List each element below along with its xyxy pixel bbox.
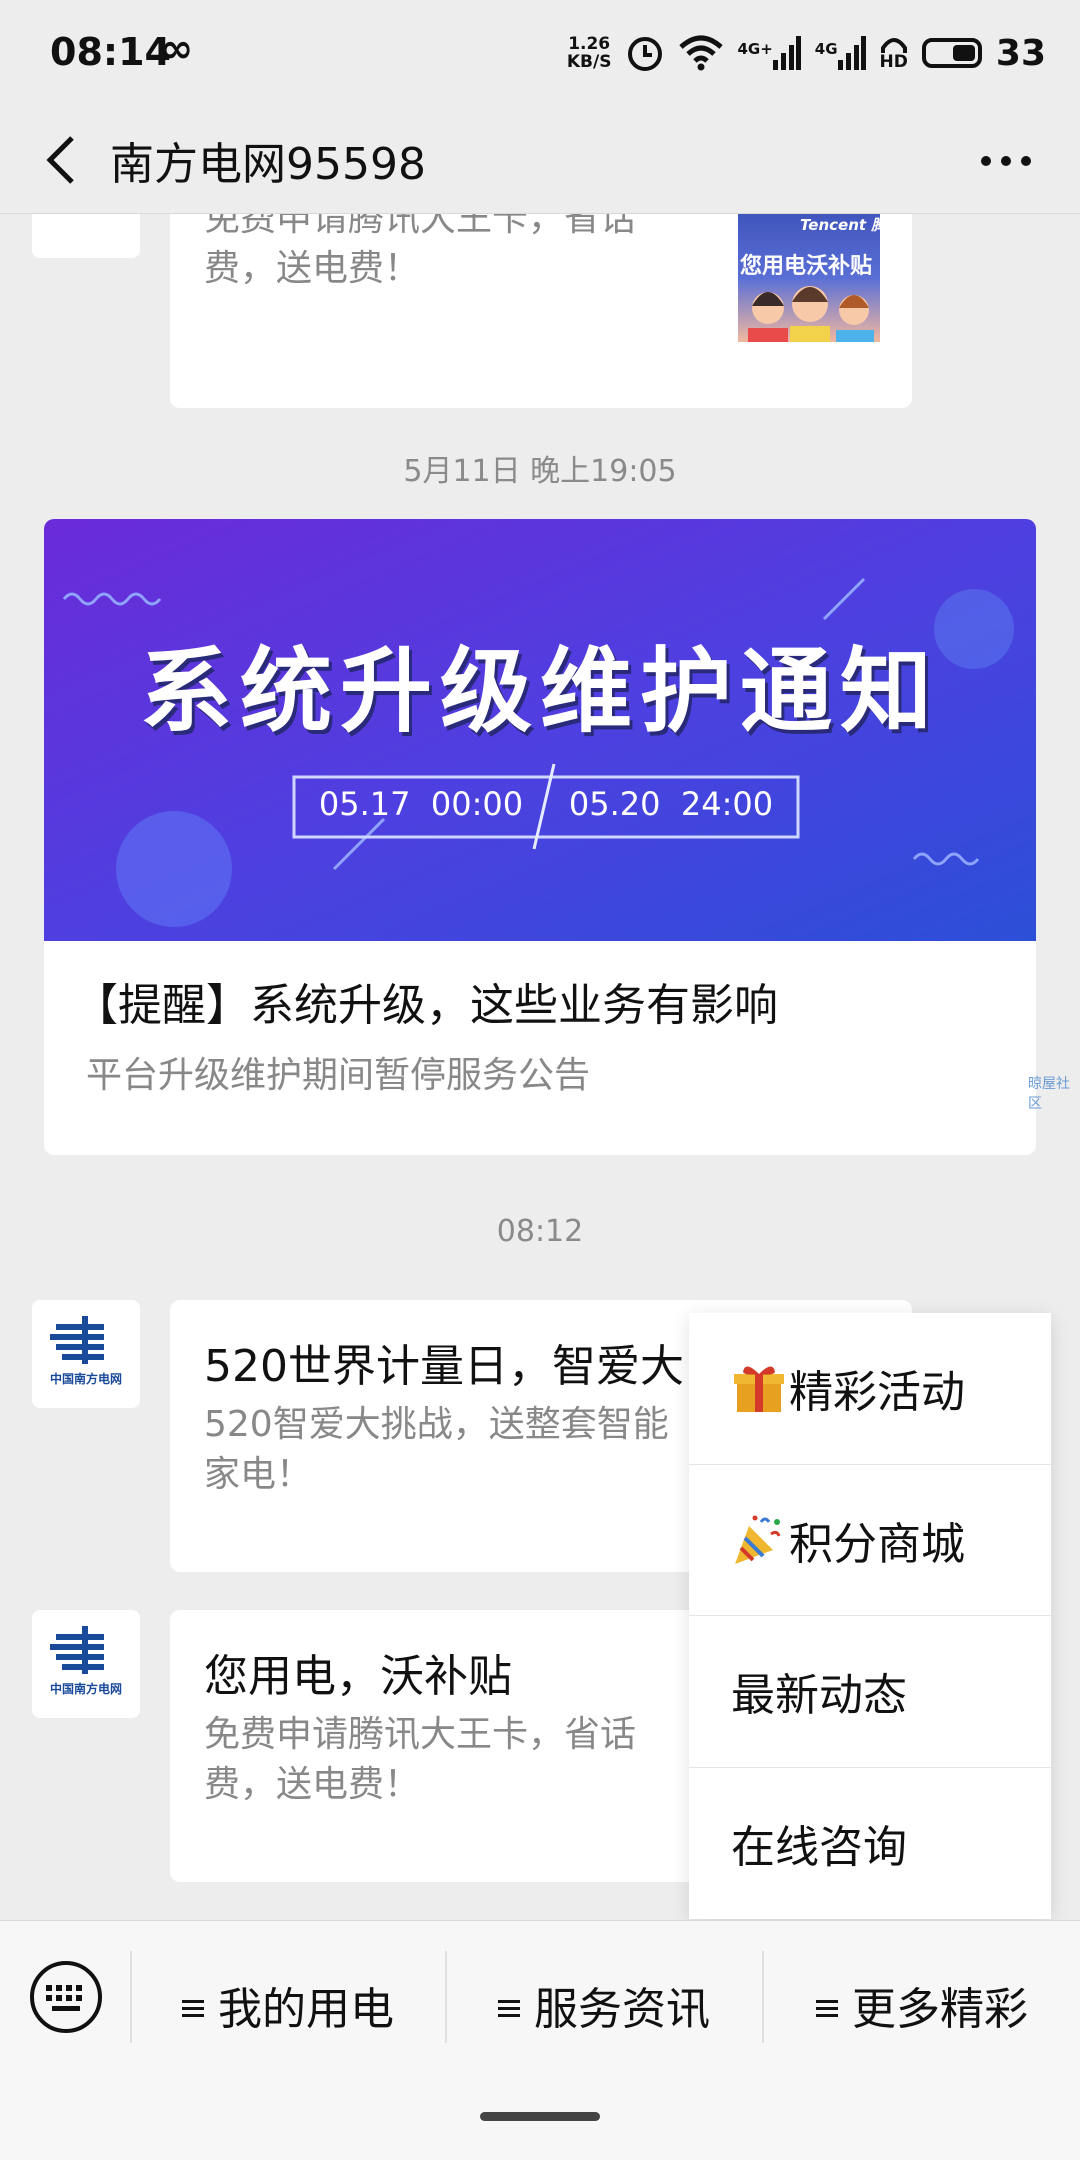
popup-item-points-mall[interactable]: 积分商城 bbox=[689, 1465, 1051, 1616]
message-thumbnail: Tencent 腾讯 您用电沃补贴 bbox=[738, 214, 880, 342]
signal-4g-plus: 4G+ bbox=[737, 36, 801, 70]
battery-icon bbox=[921, 38, 982, 68]
message-title: 您用电，沃补贴 bbox=[204, 1651, 512, 1702]
popup-item-label: 在线咨询 bbox=[731, 1822, 907, 1874]
banner-headline: 系统升级维护通知 bbox=[139, 638, 940, 745]
timestamp: 5月11日 晚上19:05 bbox=[403, 454, 677, 489]
menu-lines-icon bbox=[816, 1996, 838, 2021]
popup-item-label: 积分商城 bbox=[789, 1518, 965, 1570]
infinity-icon: ∞ bbox=[160, 26, 194, 72]
popup-item-label: 精彩活动 bbox=[789, 1367, 965, 1419]
thumbnail-brand: Tencent 腾讯 bbox=[800, 216, 880, 234]
popup-item-online-consult[interactable]: 在线咨询 bbox=[689, 1768, 1051, 1920]
hd-headset-icon: HD bbox=[880, 36, 908, 71]
timestamp: 08:12 bbox=[496, 1214, 584, 1249]
status-icons: 1.26 KB/S 4G+ 4G HD 33 bbox=[567, 28, 1046, 78]
people-illustration bbox=[748, 286, 874, 342]
menu-service-news[interactable]: 服务资讯 bbox=[498, 1973, 710, 2037]
thumbnail-text: 您用电沃补贴 bbox=[740, 254, 873, 279]
menu-my-electricity[interactable]: 我的用电 bbox=[182, 1973, 394, 2037]
keyboard-toggle-icon[interactable] bbox=[28, 1959, 104, 2035]
net-speed: 1.26 KB/S bbox=[567, 35, 612, 71]
home-indicator[interactable] bbox=[480, 2112, 600, 2121]
article-subtitle: 平台升级维护期间暂停服务公告 bbox=[86, 1055, 591, 1096]
alarm-icon bbox=[628, 37, 663, 71]
popup-item-label: 最新动态 bbox=[731, 1670, 907, 1722]
party-popper-icon bbox=[735, 1515, 781, 1564]
article-card[interactable]: 系统升级维护通知 05.17 00:00 05.20 24:00 【提醒】系统升… bbox=[44, 519, 1036, 1155]
wifi-icon bbox=[679, 35, 724, 71]
gift-icon bbox=[734, 1366, 784, 1413]
message-desc: 520智爱大挑战，送整套智能家电！ bbox=[204, 1404, 669, 1495]
banner-date-end: 05.20 24:00 bbox=[568, 785, 774, 823]
menu-divider bbox=[445, 1951, 447, 2043]
page-title: 南方电网95598 bbox=[110, 139, 426, 190]
more-options-icon[interactable] bbox=[976, 136, 1036, 186]
status-bar: 08:14 ∞ 1.26 KB/S 4G+ 4G HD 33 bbox=[0, 0, 1080, 108]
signal-4g: 4G bbox=[815, 36, 866, 70]
menu-label: 更多精彩 bbox=[852, 1984, 1028, 2035]
battery-level: 33 bbox=[995, 32, 1046, 74]
net-speed-unit: KB/S bbox=[566, 52, 612, 72]
menu-label: 服务资讯 bbox=[534, 1984, 710, 2035]
title-bar: 南方电网95598 bbox=[0, 108, 1080, 214]
menu-divider bbox=[762, 1951, 764, 2043]
banner-date-start: 05.17 00:00 bbox=[318, 785, 524, 823]
status-time: 08:14 bbox=[50, 30, 171, 74]
popup-item-latest-news[interactable]: 最新动态 bbox=[689, 1616, 1051, 1768]
menu-more[interactable]: 更多精彩 bbox=[816, 1973, 1028, 2037]
account-avatar[interactable]: 中国南方电网 bbox=[32, 1610, 140, 1718]
message-desc: 免费申请腾讯大王卡，省话费，送电费！ bbox=[204, 214, 637, 289]
logo-text: 中国南方电网 bbox=[49, 1682, 122, 1696]
message-card[interactable]: 免费申请腾讯大王卡，省话费，送电费！ Tencent 腾讯 您用电沃补贴 bbox=[170, 214, 912, 408]
popup-menu: 精彩活动 积分商城 最新动态 在线咨询 bbox=[689, 1313, 1051, 1919]
signal-bars-icon bbox=[772, 36, 801, 70]
bottom-menu-bar: 我的用电 服务资讯 更多精彩 bbox=[0, 1920, 1080, 2160]
account-avatar[interactable] bbox=[32, 214, 140, 258]
account-avatar[interactable]: 中国南方电网 bbox=[32, 1300, 140, 1408]
menu-label: 我的用电 bbox=[218, 1984, 394, 2035]
signal-bars-icon bbox=[837, 36, 866, 70]
menu-lines-icon bbox=[498, 1996, 520, 2021]
net-speed-value: 1.26 bbox=[568, 34, 611, 54]
popup-item-activities[interactable]: 精彩活动 bbox=[689, 1313, 1051, 1465]
back-arrow-icon[interactable] bbox=[34, 130, 94, 190]
menu-divider bbox=[130, 1951, 132, 2043]
article-title: 【提醒】系统升级，这些业务有影响 bbox=[74, 980, 778, 1031]
menu-lines-icon bbox=[182, 1996, 204, 2021]
side-watermark: 晾屋社区 bbox=[1028, 1076, 1070, 1112]
logo-text: 中国南方电网 bbox=[49, 1372, 122, 1386]
message-desc: 免费申请腾讯大王卡，省话费，送电费！ bbox=[204, 1714, 637, 1805]
message-title: 520世界计量日，智爱大 bbox=[204, 1341, 684, 1392]
